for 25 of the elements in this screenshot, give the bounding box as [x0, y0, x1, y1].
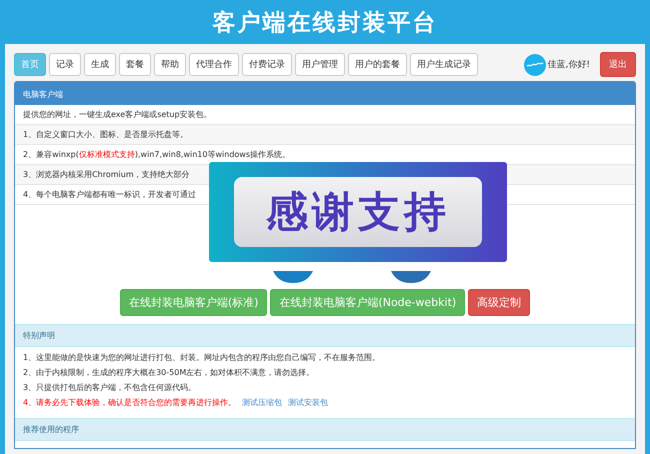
list-item: 1、自定义窗口大小、图标、是否显示托盘等。	[15, 125, 635, 145]
avatar-icon	[524, 54, 546, 76]
page-title: 客户端在线封装平台	[212, 8, 438, 38]
banner-text: 感谢支持	[234, 177, 482, 247]
nav-tab[interactable]: 记录	[49, 53, 81, 76]
notice-text: 1、这里能做的是快速为您的网址进行打包、封装。网址内包含的程序由您自己编写，不在服务范围。	[23, 353, 380, 362]
section-heading: 推荐使用的程序	[15, 418, 635, 441]
nav-tab[interactable]: 用户管理	[295, 53, 345, 76]
nav-tab[interactable]: 用户的套餐	[348, 53, 407, 76]
panel-heading: 电脑客户端	[15, 82, 635, 105]
nav-tab[interactable]: 代理合作	[189, 53, 239, 76]
notice-text: 2、由于内核限制，生成的程序大概在30-50M左右，如对体积不满意，请勿选择。	[23, 368, 314, 377]
download-link[interactable]: 测试安装包	[288, 398, 328, 407]
notice-text: 4、请务必先下载体验，确认是否符合您的需要再进行操作。	[23, 398, 236, 407]
nav-tab[interactable]: 用户生成记录	[410, 53, 478, 76]
nav-tab[interactable]: 付费记录	[242, 53, 292, 76]
greeting-text: 佳蓝,你好!	[548, 58, 590, 71]
nav-tab[interactable]: 套餐	[119, 53, 151, 76]
download-link[interactable]: 测试压缩包	[242, 398, 282, 407]
notice-text: 3、只提供打包后的客户端，不包含任何源代码。	[23, 383, 196, 392]
nav-tab[interactable]: 生成	[84, 53, 116, 76]
section-heading: 特别声明	[15, 324, 635, 347]
nav-tab[interactable]: 帮助	[154, 53, 186, 76]
logout-button[interactable]: 退出	[600, 52, 636, 77]
action-button[interactable]: 高级定制	[468, 289, 530, 316]
